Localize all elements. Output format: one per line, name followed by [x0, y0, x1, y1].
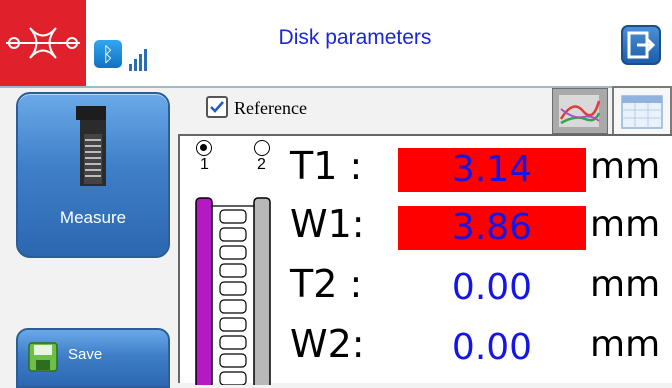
disk-1-radio[interactable]: [196, 140, 212, 156]
checkmark-icon: [210, 101, 224, 113]
w2-label: W2:: [290, 322, 365, 366]
bluetooth-icon: ᛒ: [94, 40, 122, 68]
disk-1-label: 1: [200, 156, 209, 173]
t2-label: T2 :: [290, 262, 363, 306]
brand-logo-icon: [6, 27, 80, 59]
measurement-row-t1: T1 : 3.14 mm: [290, 142, 672, 198]
exit-icon: [627, 31, 656, 59]
line-chart-icon: [559, 95, 601, 127]
reference-label: Reference: [234, 98, 307, 118]
caliper-device-icon: [76, 106, 106, 186]
measure-button[interactable]: Measure: [16, 92, 170, 258]
page-title: Disk parameters: [278, 26, 432, 49]
tab-table[interactable]: [612, 86, 672, 134]
header-bar: ᛒ Disk parameters: [0, 0, 672, 88]
table-icon: [621, 95, 663, 129]
brand-logo: [0, 0, 86, 86]
disk-diagram: [195, 197, 271, 385]
measurement-row-w1: W1: 3.86 mm: [290, 200, 672, 256]
disk-2-radio[interactable]: [254, 140, 270, 156]
signal-strength-icon: [129, 49, 147, 71]
reference-checkbox[interactable]: [206, 96, 228, 118]
disk-2-label: 2: [257, 156, 266, 173]
t2-unit: mm: [590, 264, 661, 305]
measurement-row-t2: T2 : 0.00 mm: [290, 260, 672, 316]
w1-value: 3.86: [398, 206, 586, 250]
left-panel: Measure Save: [0, 88, 178, 388]
w1-label: W1:: [290, 202, 365, 246]
disk-2-shape: [253, 197, 271, 385]
save-label: Save: [68, 346, 103, 363]
measurement-panel: 1 2 T1 : 3.14 mm W1: 3.86 mm T2: 0.00 m…: [178, 134, 672, 385]
floppy-disk-icon: [28, 342, 58, 372]
disk-1-shape: [195, 197, 213, 385]
w2-unit: mm: [590, 324, 661, 365]
t1-value: 3.14: [398, 148, 586, 192]
disk-selector: 1 2: [180, 136, 288, 385]
tab-chart[interactable]: [552, 88, 608, 134]
t1-label: T1 :: [290, 144, 363, 188]
measurement-row-w2: W2: 0.00 mm: [290, 320, 672, 376]
measure-label: Measure: [59, 208, 127, 227]
t1-unit: mm: [590, 146, 661, 187]
save-button[interactable]: Save: [16, 328, 170, 388]
w1-unit: mm: [590, 204, 661, 245]
exit-button[interactable]: [621, 25, 661, 65]
t2-value: 0.00: [451, 267, 533, 308]
w2-value: 0.00: [451, 327, 533, 368]
